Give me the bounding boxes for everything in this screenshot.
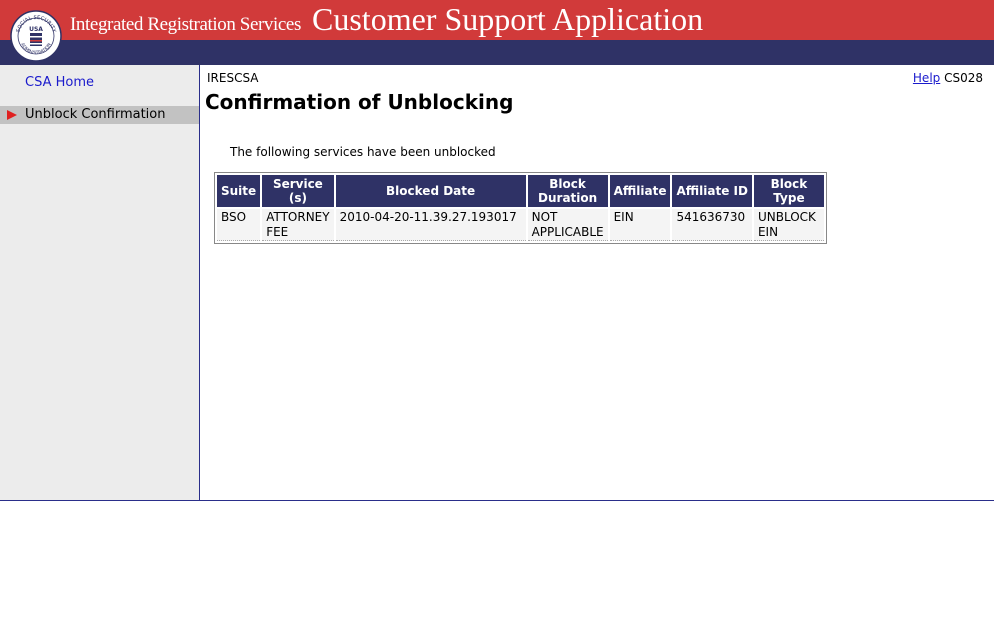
cell-blocked-date: 2010-04-20-11.39.27.193017: [335, 209, 526, 241]
table-row: BSO ATTORNEY FEE 2010-04-20-11.39.27.1930…: [217, 209, 824, 241]
screen-id: CS028: [944, 71, 983, 85]
svg-text:USA: USA: [29, 26, 43, 33]
cell-block-type: UNBLOCK EIN: [753, 209, 824, 241]
app-title: Customer Support Application: [312, 1, 704, 37]
column-header-affiliate: Affiliate: [609, 175, 671, 207]
intro-message: The following services have been unblock…: [230, 145, 496, 159]
sidebar-nav: CSA Home Unblock Confirmation: [0, 65, 200, 500]
ssa-seal-logo: SOCIAL SECURITY ADMINISTRATION USA: [10, 10, 62, 62]
page-title: Confirmation of Unblocking: [205, 90, 514, 114]
column-header-block-duration: Block Duration: [527, 175, 608, 207]
help-area: Help CS028: [913, 71, 983, 85]
sidebar-item-unblock-confirmation[interactable]: Unblock Confirmation: [0, 106, 199, 124]
help-link[interactable]: Help: [913, 71, 940, 85]
sidebar-item-csa-home[interactable]: CSA Home: [25, 75, 94, 90]
unblocked-services-table: Suite Service (s) Blocked Date Block Durat…: [214, 172, 827, 244]
application-code: IRESCSA: [207, 71, 259, 85]
bottom-divider: [0, 500, 994, 501]
column-header-blocked-date: Blocked Date: [335, 175, 526, 207]
header-subband: [0, 40, 994, 65]
column-header-block-type: Block Type: [753, 175, 824, 207]
cell-affiliate: EIN: [609, 209, 671, 241]
sidebar-item-label: Unblock Confirmation: [25, 107, 166, 122]
cell-suite: BSO: [217, 209, 261, 241]
cell-services: ATTORNEY FEE: [262, 209, 334, 241]
cell-affiliate-id: 541636730: [672, 209, 752, 241]
current-page-arrow-icon: [7, 110, 17, 120]
cell-block-duration: NOT APPLICABLE: [527, 209, 608, 241]
table-header-row: Suite Service (s) Blocked Date Block Durat…: [217, 175, 824, 207]
column-header-suite: Suite: [217, 175, 261, 207]
ires-title: Integrated Registration Services: [70, 14, 301, 35]
column-header-services: Service (s): [262, 175, 334, 207]
column-header-affiliate-id: Affiliate ID: [672, 175, 752, 207]
